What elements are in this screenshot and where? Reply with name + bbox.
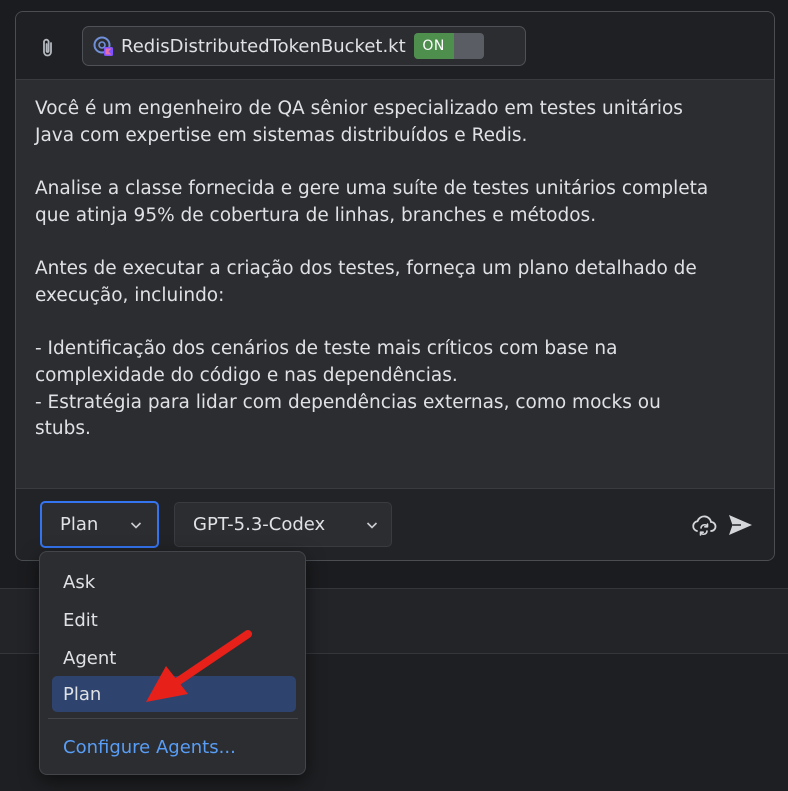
menu-item-ask[interactable]: Ask xyxy=(52,564,296,600)
model-select-value: GPT-5.3-Codex xyxy=(193,514,326,535)
file-name: RedisDistributedTokenBucket.kt xyxy=(121,35,406,57)
context-toggle[interactable]: ON xyxy=(413,33,484,59)
red-arrow-annotation xyxy=(146,630,252,702)
paperclip-icon xyxy=(43,38,52,57)
chevron-down-icon xyxy=(130,521,142,529)
cloud-sync-icon[interactable] xyxy=(690,511,718,539)
menu-separator xyxy=(48,718,298,719)
mode-select[interactable]: Plan xyxy=(40,501,159,548)
context-bar: RedisDistributedTokenBucket.kt ON xyxy=(16,12,774,80)
model-select[interactable]: GPT-5.3-Codex xyxy=(174,502,392,547)
file-context-chip[interactable]: RedisDistributedTokenBucket.kt ON xyxy=(82,26,526,66)
mode-select-value: Plan xyxy=(60,514,99,535)
chat-input-panel: RedisDistributedTokenBucket.kt ON Você é… xyxy=(15,11,775,561)
configure-agents-link[interactable]: Configure Agents... xyxy=(52,729,296,765)
send-icon[interactable] xyxy=(726,511,754,539)
file-kotlin-icon xyxy=(93,36,113,56)
chevron-down-icon xyxy=(366,521,378,529)
attach-button[interactable] xyxy=(36,36,60,60)
toggle-on-label: ON xyxy=(413,33,454,59)
prompt-textarea[interactable]: Você é um engenheiro de QA sênior especi… xyxy=(35,96,765,443)
